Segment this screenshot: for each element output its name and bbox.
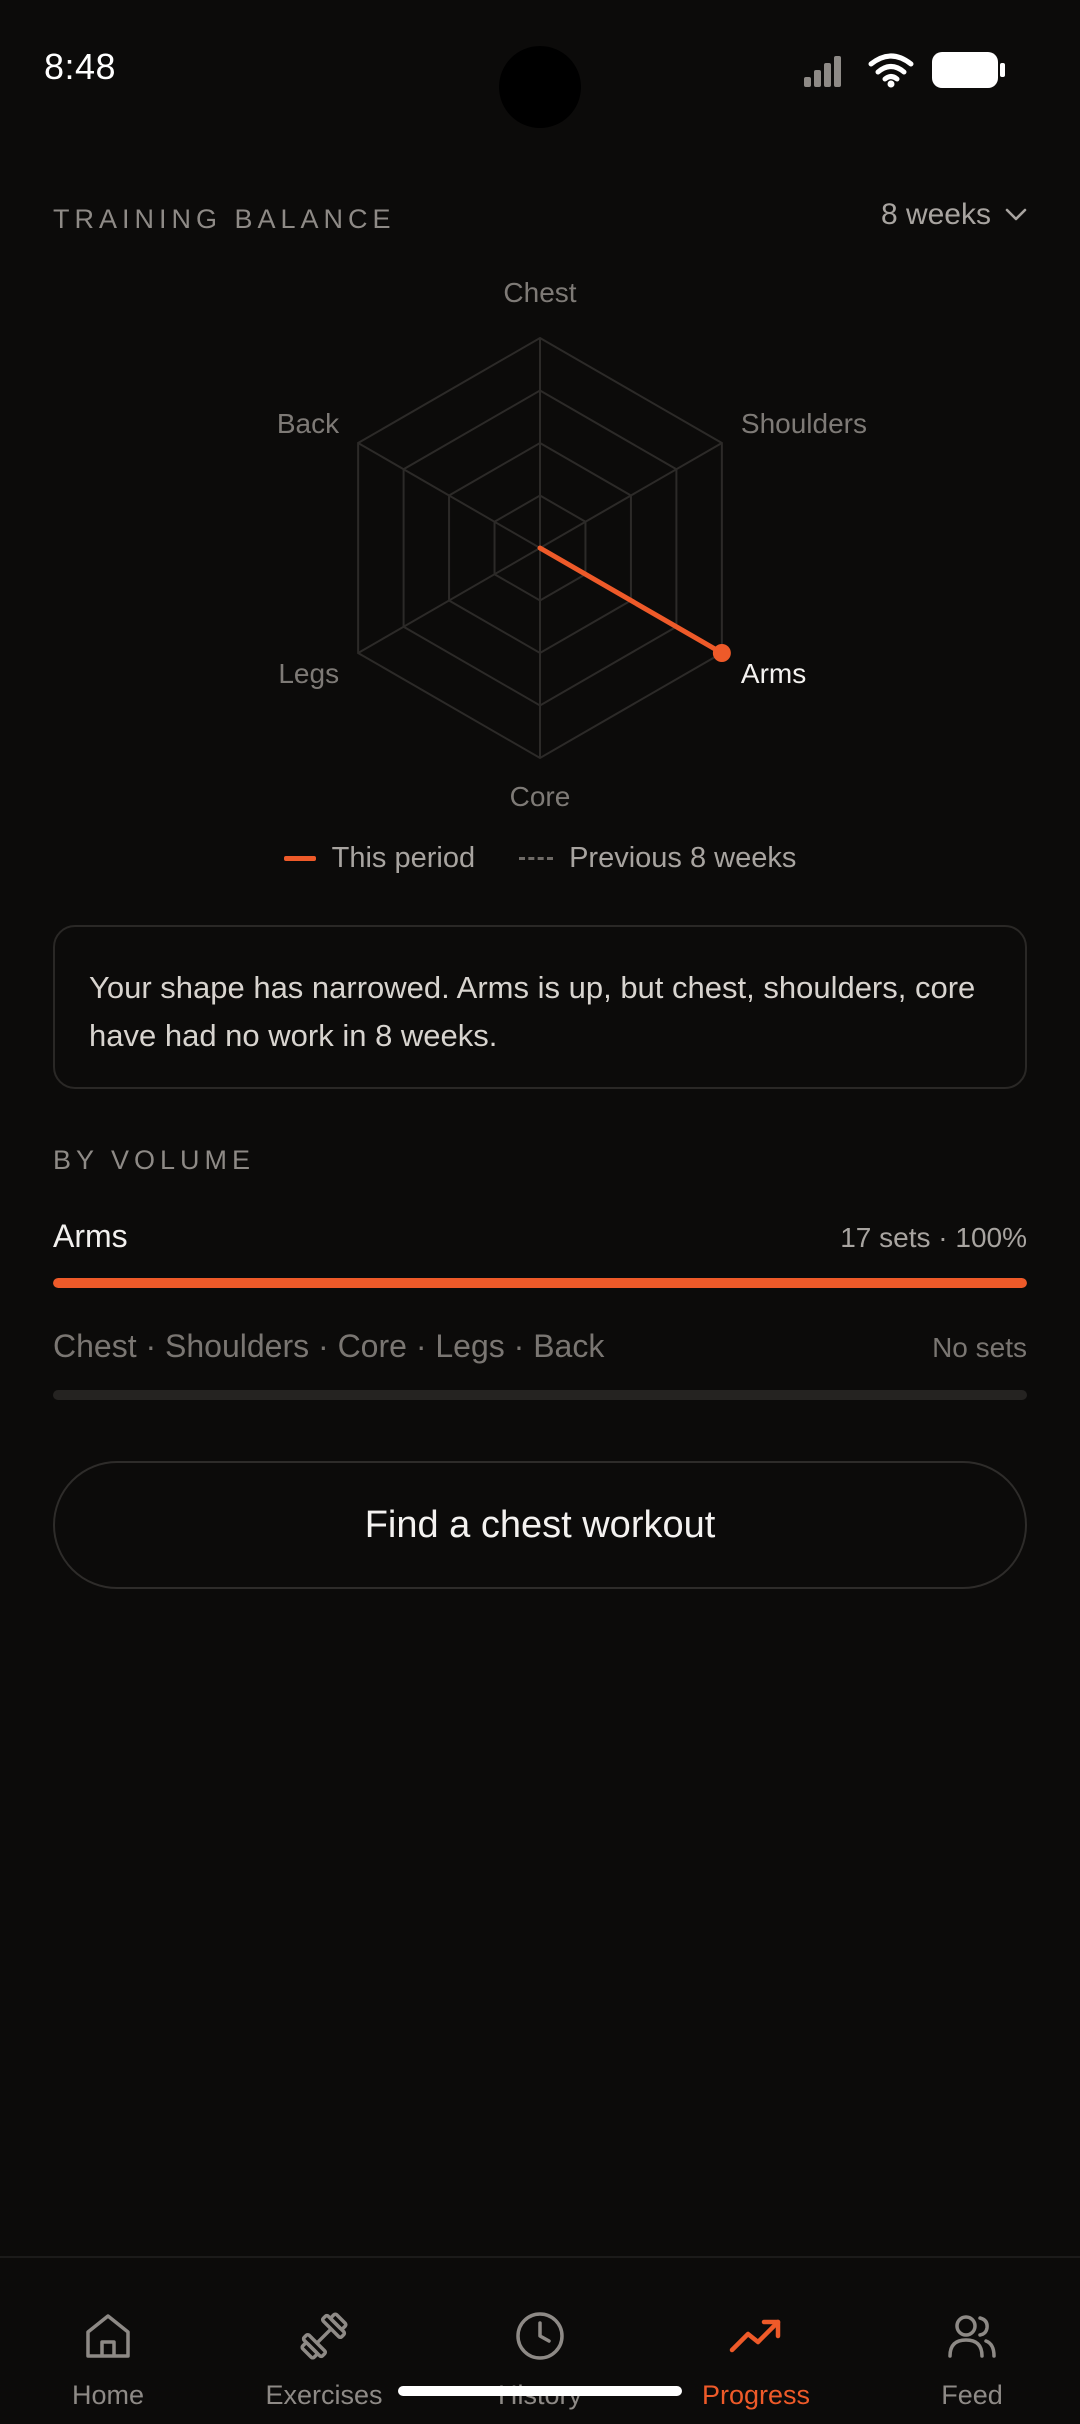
find-workout-label: Find a chest workout — [364, 1503, 716, 1546]
volume-bar-others — [53, 1390, 1027, 1400]
nav-label-exercises: Exercises — [265, 2380, 383, 2410]
legend-dashed-swatch — [519, 857, 554, 860]
range-label: 8 weeks — [880, 198, 991, 231]
nav-item-feed[interactable]: Feed — [864, 2258, 1080, 2424]
range-dropdown[interactable]: 8 weeks — [881, 198, 1027, 232]
volume-row-meta: 17 sets · 100% — [840, 1222, 1027, 1253]
progress-screen: 8:48 TRAINING BALANCE 8 weeks Chest Shoul… — [0, 0, 1080, 2424]
radar-axis-label-arms: Arms — [741, 658, 806, 689]
find-workout-button[interactable]: Find a chest workout — [53, 1461, 1027, 1589]
insight-text: Your shape has narrowed. Arms is up, but… — [89, 970, 976, 1053]
home-indicator — [398, 2386, 682, 2396]
nav-item-home[interactable]: Home — [0, 2258, 216, 2424]
radar-axis-label-core: Core — [510, 781, 571, 812]
status-time: 8:48 — [44, 46, 117, 87]
radar-point-arms — [712, 644, 731, 662]
nav-label-home: Home — [71, 2380, 145, 2410]
legend-previous-period: Previous 8 weeks — [519, 842, 796, 875]
radar-axis-label-chest: Chest — [503, 277, 576, 308]
nav-item-history[interactable]: History — [432, 2258, 648, 2424]
nav-item-progress[interactable]: Progress — [648, 2258, 864, 2424]
users-icon — [948, 2315, 996, 2358]
by-volume-title: BY VOLUME — [53, 1145, 256, 1175]
nav-label-progress: Progress — [701, 2380, 811, 2410]
battery-icon — [932, 52, 1005, 88]
volume-bar-fill — [53, 1278, 1027, 1288]
chart-legend: This period Previous 8 weeks — [0, 842, 1080, 875]
signal-icon — [804, 56, 841, 87]
legend-solid-swatch — [283, 856, 316, 861]
bottom-nav: Home Exercises History — [0, 2256, 1080, 2424]
radar-axis-label-legs: Legs — [278, 658, 339, 689]
volume-row-arms: Arms 17 sets · 100% — [53, 1218, 1027, 1255]
radar-axis-label-back: Back — [277, 408, 340, 439]
wifi-icon — [868, 53, 914, 88]
chevron-down-icon — [1005, 208, 1027, 221]
trending-up-icon — [729, 2319, 781, 2353]
volume-row-meta: No sets — [932, 1332, 1027, 1363]
radar-axis-label-shoulders: Shoulders — [741, 408, 867, 439]
clock-icon — [516, 2312, 564, 2360]
volume-row-others: Chest · Shoulders · Core · Legs · Back N… — [53, 1328, 1027, 1365]
legend-previous-label: Previous 8 weeks — [569, 842, 797, 874]
volume-bar-arms — [53, 1278, 1027, 1288]
home-icon — [86, 2314, 130, 2358]
legend-this-period: This period — [283, 842, 476, 875]
dumbbell-icon — [300, 2312, 348, 2360]
volume-row-name: Chest · Shoulders · Core · Legs · Back — [53, 1328, 605, 1364]
nav-item-exercises[interactable]: Exercises — [216, 2258, 432, 2424]
status-icons — [804, 52, 1006, 88]
camera-cutout — [499, 46, 581, 128]
training-balance-title: TRAINING BALANCE — [53, 204, 396, 234]
radar-chart: Chest Shoulders Arms Core Legs Back — [277, 277, 867, 812]
nav-label-feed: Feed — [941, 2380, 1003, 2410]
legend-this-period-label: This period — [331, 842, 476, 874]
volume-row-name: Arms — [53, 1218, 128, 1254]
insight-card: Your shape has narrowed. Arms is up, but… — [53, 925, 1027, 1089]
